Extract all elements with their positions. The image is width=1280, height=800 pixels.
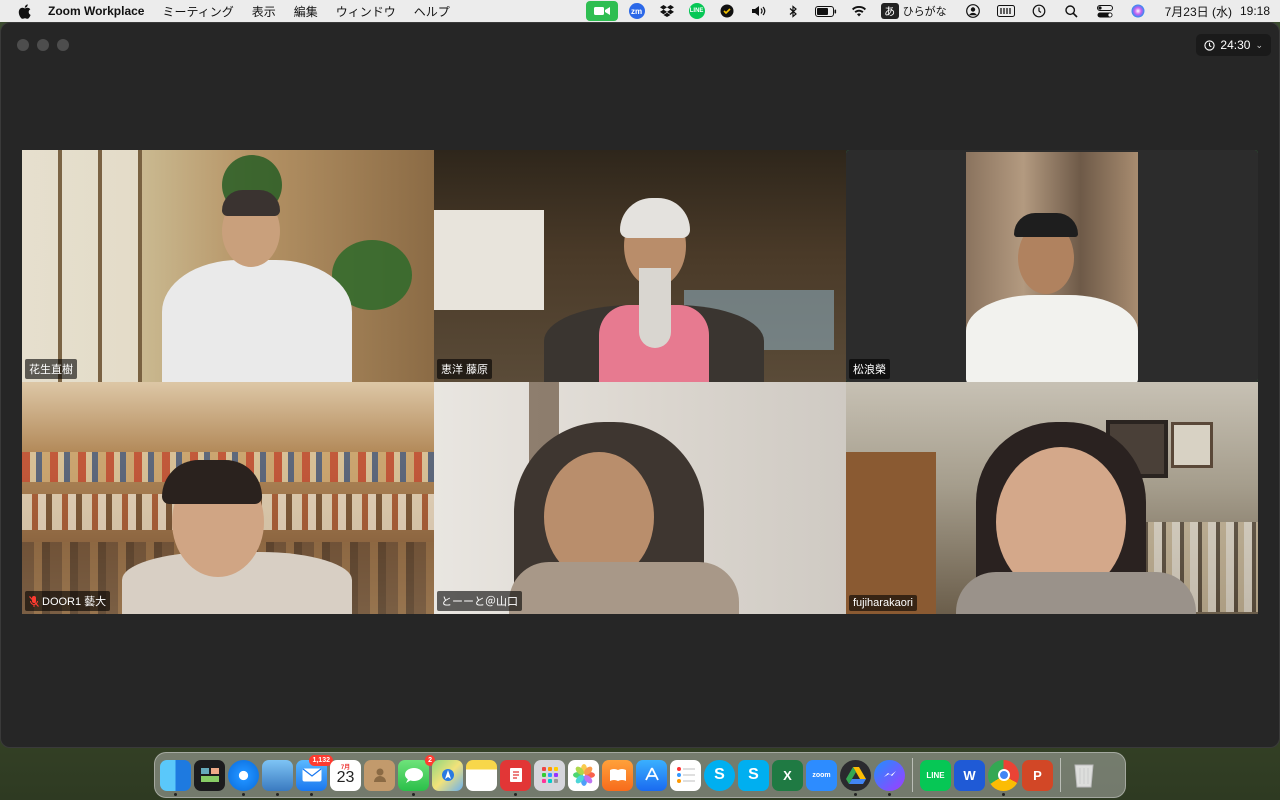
fullscreen-window-button[interactable] (57, 39, 69, 51)
menubar-time[interactable]: 19:18 (1240, 4, 1270, 18)
minimize-window-button[interactable] (37, 39, 49, 51)
participant-name: 花生直樹 (29, 364, 73, 376)
menu-window[interactable]: ウィンドウ (336, 3, 396, 20)
books-icon[interactable] (602, 759, 633, 791)
close-window-button[interactable] (17, 39, 29, 51)
apple-menu-icon[interactable] (18, 3, 32, 19)
zoom-video-status-icon[interactable] (585, 1, 618, 21)
participant-name-tag: fujiharakaori (849, 595, 917, 611)
user-account-icon[interactable] (962, 3, 984, 19)
participant-name-tag: とーーと＠山口 (437, 591, 522, 611)
participant-name-tag: 松浪榮 (849, 359, 890, 379)
volume-icon[interactable] (749, 3, 771, 19)
menu-edit[interactable]: 編集 (294, 3, 318, 20)
skype-icon[interactable]: S (704, 759, 735, 791)
messenger-icon[interactable] (874, 759, 905, 796)
chrome-icon[interactable] (988, 759, 1019, 796)
participant-name: 松浪榮 (853, 364, 886, 376)
contacts-icon[interactable] (364, 759, 395, 791)
dock-separator (912, 758, 913, 792)
bluetooth-icon[interactable] (782, 3, 804, 19)
google-drive-icon[interactable] (840, 759, 871, 796)
powerpoint-icon[interactable]: P (1022, 759, 1053, 791)
input-method-icon[interactable]: あ (880, 3, 899, 19)
trash-icon[interactable] (1068, 760, 1099, 791)
participant-name-tag: DOOR1 藝大 (25, 591, 111, 611)
finder-icon[interactable] (160, 759, 191, 796)
participant-video (846, 382, 1258, 614)
participant-name: とーーと＠山口 (441, 596, 518, 608)
menu-help[interactable]: ヘルプ (414, 3, 450, 20)
mail-icon[interactable]: 1,132 (296, 754, 333, 796)
dock: 1,132 7月 23 2 S S X zoom LINE W P (154, 752, 1126, 798)
wifi-icon[interactable] (848, 3, 870, 19)
chevron-down-icon: ⌄ (1255, 39, 1263, 50)
zoom-meeting-window: 24:30 ⌄ 花生直樹 恵洋 藤原 松浪榮 DOOR1 藝大 とーーと＠山口 … (0, 22, 1280, 748)
time-machine-icon[interactable] (1028, 3, 1050, 19)
participant-video (434, 150, 846, 382)
participant-name-tag: 花生直樹 (25, 359, 77, 379)
spotlight-search-icon[interactable] (1061, 3, 1083, 19)
battery-icon[interactable] (814, 3, 837, 19)
launchpad-icon[interactable] (534, 759, 565, 791)
zoom-app-icon[interactable]: zoom (806, 759, 837, 791)
maps-icon[interactable] (432, 759, 463, 791)
messages-icon[interactable]: 2 (398, 754, 435, 796)
clock-icon (1204, 39, 1216, 51)
word-icon[interactable]: W (954, 759, 985, 791)
menu-meeting[interactable]: ミーティング (162, 3, 233, 20)
dock-separator (1060, 758, 1061, 792)
control-center-icon[interactable] (1094, 3, 1116, 19)
line-app-icon[interactable]: LINE (920, 759, 951, 791)
participant-video (434, 382, 846, 614)
participant-tile[interactable]: DOOR1 藝大 (22, 382, 434, 614)
participant-video (846, 150, 1258, 382)
input-method-label[interactable]: ひらがな (903, 3, 947, 19)
microphone-muted-icon (29, 595, 39, 607)
participant-tile-active-speaker[interactable]: 松浪榮 (846, 150, 1258, 382)
safari-icon[interactable] (228, 759, 259, 796)
participant-video (22, 150, 434, 382)
participant-name: 恵洋 藤原 (441, 364, 489, 376)
dropbox-icon[interactable] (656, 3, 678, 19)
siri-icon[interactable] (1127, 3, 1149, 19)
norton-icon[interactable] (716, 3, 738, 19)
participant-tile[interactable]: 花生直樹 (22, 150, 434, 382)
participant-name: fujiharakaori (853, 597, 913, 609)
participant-tile[interactable]: 恵洋 藤原 (434, 150, 846, 382)
skype-business-icon[interactable]: S (738, 759, 769, 791)
participant-video (22, 382, 434, 614)
zoom-menu-icon[interactable]: zm (628, 3, 645, 19)
participant-tile[interactable]: とーーと＠山口 (434, 382, 846, 614)
pdf-app-icon[interactable] (500, 759, 531, 796)
meeting-timer-button[interactable]: 24:30 ⌄ (1196, 34, 1271, 56)
participant-name-tag: 恵洋 藤原 (437, 359, 493, 379)
menu-bar: Zoom Workplace ミーティング 表示 編集 ウィンドウ ヘルプ zm… (0, 0, 1280, 22)
excel-icon[interactable]: X (772, 759, 803, 791)
window-controls (17, 39, 69, 51)
line-status-icon[interactable]: LINE (688, 3, 705, 19)
participant-name: DOOR1 藝大 (42, 596, 107, 608)
meeting-timer-text: 24:30 (1220, 38, 1251, 52)
mission-control-icon[interactable] (194, 759, 225, 791)
notes-icon[interactable] (466, 759, 497, 791)
menu-view[interactable]: 表示 (252, 3, 276, 20)
preview-icon[interactable] (262, 759, 293, 796)
keyboard-brightness-icon[interactable] (995, 3, 1017, 19)
reminders-icon[interactable] (670, 759, 701, 791)
calendar-day: 23 (336, 768, 355, 786)
photos-icon[interactable] (568, 759, 599, 791)
video-gallery: 花生直樹 恵洋 藤原 松浪榮 DOOR1 藝大 とーーと＠山口 fujihara… (22, 150, 1258, 614)
menubar-date[interactable]: 7月23日 (水) (1165, 3, 1232, 20)
app-name-menu[interactable]: Zoom Workplace (48, 4, 144, 18)
participant-tile[interactable]: fujiharakaori (846, 382, 1258, 614)
app-store-icon[interactable] (636, 759, 667, 791)
calendar-icon[interactable]: 7月 23 (330, 759, 361, 791)
